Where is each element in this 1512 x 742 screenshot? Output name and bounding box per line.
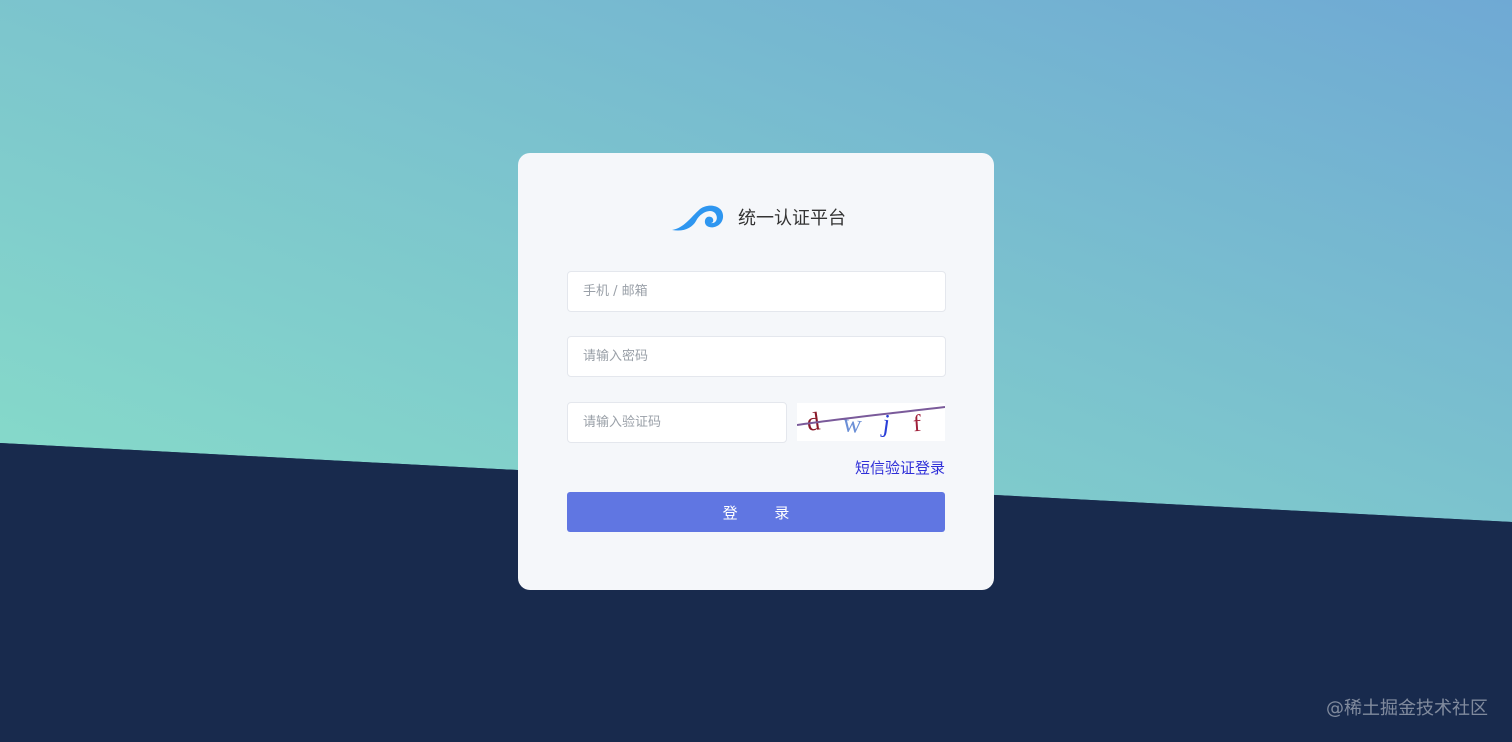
login-button[interactable]: 登 录 <box>567 492 945 532</box>
captcha-char-4: f <box>912 411 922 437</box>
captcha-image[interactable]: d w j f <box>797 403 945 441</box>
captcha-char-2: w <box>841 408 863 439</box>
watermark-text: @稀土掘金技术社区 <box>1326 698 1488 719</box>
sms-login-link[interactable]: 短信验证登录 <box>855 457 945 478</box>
login-card: 统一认证平台 d w j f 短信验证登录 登 录 <box>518 153 994 590</box>
password-input[interactable] <box>567 336 946 377</box>
captcha-input[interactable] <box>567 402 787 443</box>
platform-title: 统一认证平台 <box>738 208 846 229</box>
wave-logo-icon <box>672 205 724 231</box>
brand-header: 统一认证平台 <box>670 201 846 233</box>
account-input[interactable] <box>567 271 946 312</box>
